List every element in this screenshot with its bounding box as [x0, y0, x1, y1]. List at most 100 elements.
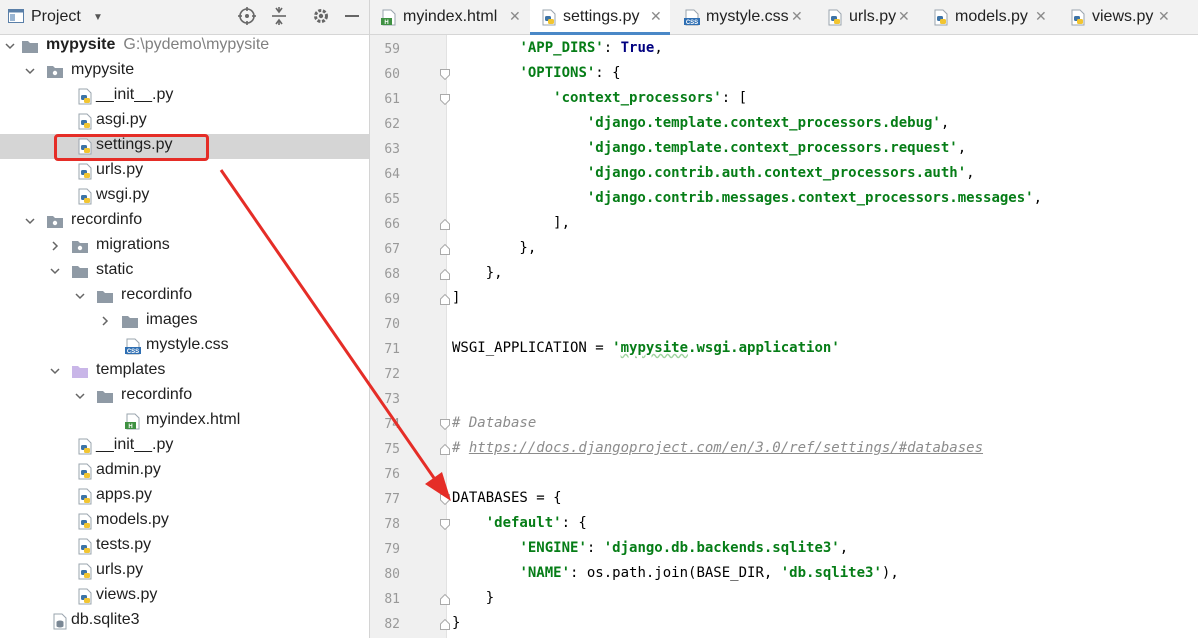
code-line[interactable]: DATABASES = {: [452, 490, 562, 506]
chevron-down-icon[interactable]: [74, 390, 86, 402]
code-line[interactable]: 'NAME': os.path.join(BASE_DIR, 'db.sqlit…: [452, 565, 898, 581]
tab-views-py[interactable]: views.py ✕: [1059, 0, 1177, 34]
collapse-all-icon[interactable]: [269, 6, 289, 26]
fold-start-icon[interactable]: [440, 519, 450, 530]
fold-end-icon[interactable]: [440, 619, 450, 630]
code-line[interactable]: 'default': {: [452, 515, 587, 531]
line-number: 69: [384, 292, 400, 307]
tree-item-file[interactable]: CSS mystyle.css: [0, 334, 369, 359]
folder-icon: [122, 316, 138, 328]
code-line[interactable]: }: [452, 615, 460, 631]
close-icon[interactable]: ✕: [1158, 8, 1170, 25]
fold-end-icon[interactable]: [440, 219, 450, 230]
chevron-down-icon[interactable]: [74, 290, 86, 302]
tree-item-file[interactable]: db.sqlite3: [0, 609, 369, 634]
folder-icon: [72, 266, 88, 278]
code-editor[interactable]: 59 60 61 62 63 64 65 66 67 68 69 70 71 72 73 74 75 76 77 78…: [370, 35, 1198, 638]
project-folder-icon: [22, 41, 38, 53]
chevron-down-icon[interactable]: [24, 215, 36, 227]
fold-end-icon[interactable]: [440, 269, 450, 280]
tree-item-folder[interactable]: recordinfo: [0, 284, 369, 309]
code-line[interactable]: 'OPTIONS': {: [452, 65, 620, 81]
code-line[interactable]: WSGI_APPLICATION = 'mypysite.wsgi.applic…: [452, 340, 840, 356]
chevron-down-icon[interactable]: [24, 65, 36, 77]
fold-end-icon[interactable]: [440, 594, 450, 605]
tab-models-py[interactable]: models.py ✕: [922, 0, 1054, 34]
chevron-down-icon[interactable]: ▼: [93, 12, 103, 23]
tree-item-folder[interactable]: images: [0, 309, 369, 334]
line-number: 77: [384, 492, 400, 507]
tree-item-folder[interactable]: templates: [0, 359, 369, 384]
locate-icon[interactable]: [237, 6, 257, 26]
tab-myindex-html[interactable]: H myindex.html ✕: [370, 0, 527, 34]
tab-urls-py[interactable]: urls.py ✕: [816, 0, 919, 34]
fold-end-icon[interactable]: [440, 294, 450, 305]
line-number: 78: [384, 517, 400, 532]
close-icon[interactable]: ✕: [898, 8, 910, 25]
tree-item-label: mystyle.css: [146, 336, 229, 353]
project-dropdown[interactable]: Project: [31, 8, 81, 26]
tree-item-file[interactable]: admin.py: [0, 459, 369, 484]
fold-start-icon[interactable]: [440, 69, 450, 80]
tree-item-file[interactable]: asgi.py: [0, 109, 369, 134]
chevron-down-icon[interactable]: [49, 365, 61, 377]
code-line[interactable]: # Database: [452, 415, 536, 431]
fold-start-icon[interactable]: [440, 94, 450, 105]
tree-item-label: views.py: [96, 586, 158, 603]
tree-item-package[interactable]: recordinfo: [0, 209, 369, 234]
tab-mystyle-css[interactable]: CSS mystyle.css ✕: [673, 0, 813, 34]
tree-item-folder[interactable]: migrations: [0, 234, 369, 259]
fold-end-icon[interactable]: [440, 444, 450, 455]
tree-item-folder[interactable]: static: [0, 259, 369, 284]
tree-item-package[interactable]: mypysite: [0, 59, 369, 84]
folder-icon: [97, 391, 113, 403]
python-file-icon: [78, 163, 92, 180]
html-file-icon: H: [381, 9, 396, 26]
tree-item-file[interactable]: urls.py: [0, 559, 369, 584]
tree-item-folder[interactable]: recordinfo: [0, 384, 369, 409]
minimize-icon[interactable]: [342, 6, 362, 26]
fold-start-icon[interactable]: [440, 494, 450, 505]
tree-item-file[interactable]: apps.py: [0, 484, 369, 509]
code-line[interactable]: 'ENGINE': 'django.db.backends.sqlite3',: [452, 540, 848, 556]
close-icon[interactable]: ✕: [650, 8, 662, 25]
close-icon[interactable]: ✕: [1035, 8, 1047, 25]
fold-start-icon[interactable]: [440, 419, 450, 430]
code-line[interactable]: 'APP_DIRS': True,: [452, 40, 662, 56]
code-line[interactable]: 'django.template.context_processors.requ…: [452, 140, 966, 156]
tree-item-file[interactable]: wsgi.py: [0, 184, 369, 209]
code-line[interactable]: 'context_processors': [: [452, 90, 747, 106]
chevron-right-icon[interactable]: [49, 240, 61, 252]
close-icon[interactable]: ✕: [791, 8, 803, 25]
line-number: 63: [384, 142, 400, 157]
code-line[interactable]: },: [452, 240, 536, 256]
tree-item-project-root[interactable]: mypysite G:\pydemo\mypysite: [0, 34, 369, 59]
code-line[interactable]: }: [452, 590, 494, 606]
chevron-down-icon[interactable]: [49, 265, 61, 277]
code-line[interactable]: ],: [452, 215, 570, 231]
gear-icon[interactable]: [311, 6, 331, 26]
tree-item-file[interactable]: urls.py: [0, 159, 369, 184]
code-line[interactable]: 'django.contrib.auth.context_processors.…: [452, 165, 975, 181]
chevron-down-icon[interactable]: [4, 40, 16, 52]
tree-item-label: urls.py: [96, 561, 144, 578]
close-icon[interactable]: ✕: [509, 8, 521, 25]
tab-label: settings.py: [563, 8, 640, 25]
chevron-right-icon[interactable]: [99, 315, 111, 327]
code-line[interactable]: ]: [452, 290, 460, 306]
svg-text:H: H: [384, 20, 388, 26]
code-line[interactable]: 'django.template.context_processors.debu…: [452, 115, 949, 131]
code-line[interactable]: 'django.contrib.messages.context_process…: [452, 190, 1042, 206]
tree-item-file[interactable]: __init__.py: [0, 84, 369, 109]
fold-end-icon[interactable]: [440, 244, 450, 255]
tree-item-file[interactable]: __init__.py: [0, 434, 369, 459]
code-line[interactable]: # https://docs.djangoproject.com/en/3.0/…: [452, 440, 983, 456]
code-line[interactable]: },: [452, 265, 503, 281]
tree-item-file[interactable]: tests.py: [0, 534, 369, 559]
tree-item-file[interactable]: H myindex.html: [0, 409, 369, 434]
python-file-icon: [828, 9, 842, 26]
tree-item-file[interactable]: models.py: [0, 509, 369, 534]
tab-settings-py[interactable]: settings.py ✕: [530, 0, 670, 35]
line-number: 68: [384, 267, 400, 282]
tree-item-file[interactable]: views.py: [0, 584, 369, 609]
